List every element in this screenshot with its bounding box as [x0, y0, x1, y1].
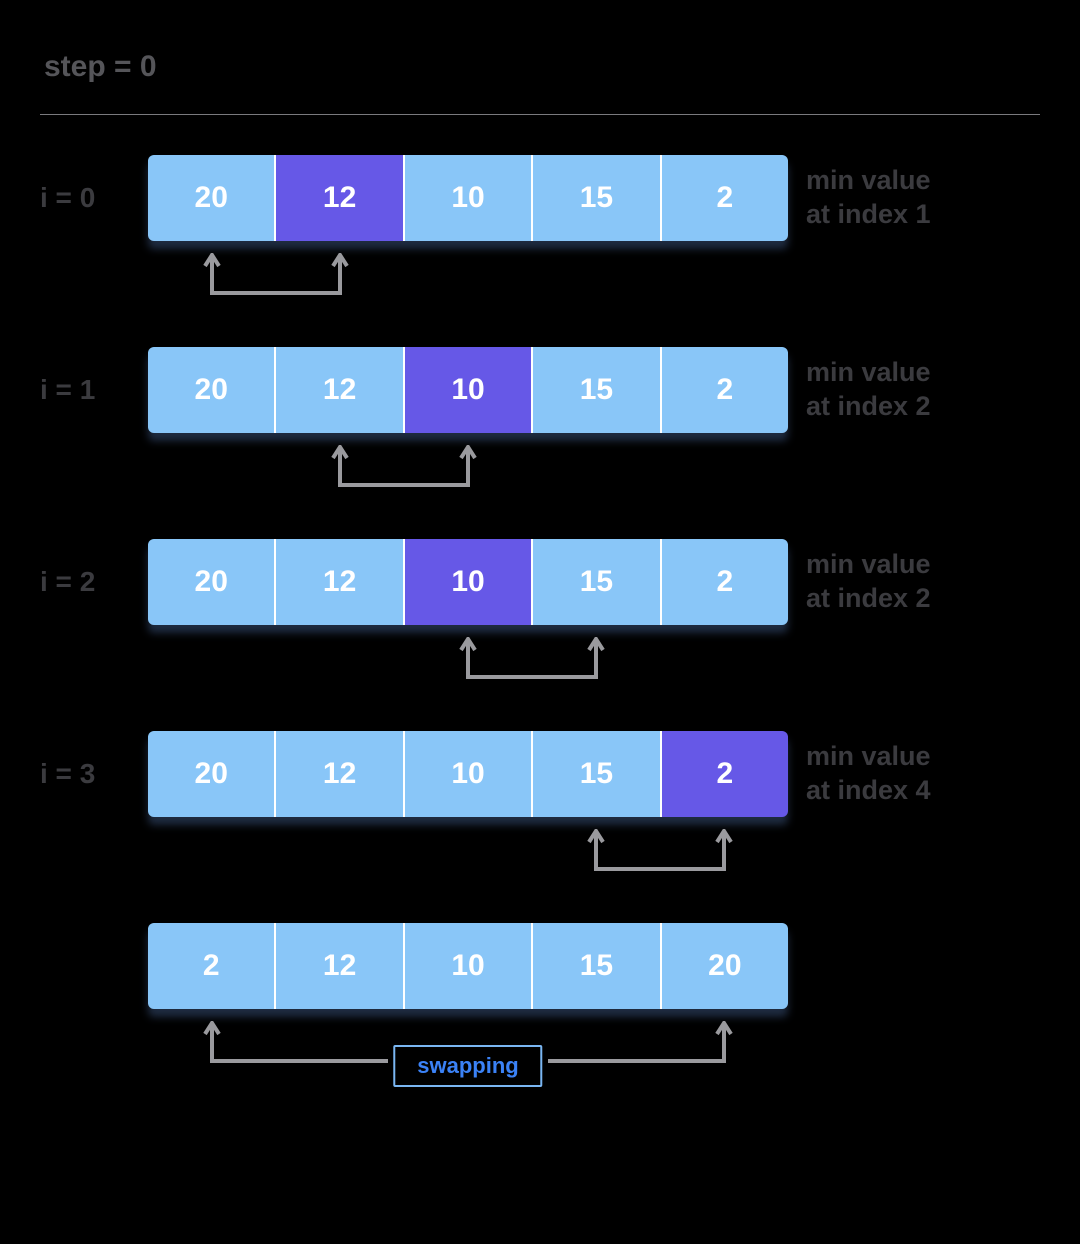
- array-cell-highlighted: 2: [662, 731, 788, 817]
- array-cell: 2: [148, 923, 276, 1009]
- annotation-line1: min value: [806, 740, 931, 774]
- array-cell: 15: [533, 923, 661, 1009]
- array: 20 12 10 15 2: [148, 539, 788, 625]
- array-cell: 12: [276, 347, 404, 433]
- iteration-row: i = 3 20 12 10 15 2 min value at index 4: [40, 731, 1040, 817]
- array-cell: 15: [533, 155, 661, 241]
- array-cell-highlighted: 12: [276, 155, 404, 241]
- annotation-line1: min value: [806, 548, 931, 582]
- array-cell-highlighted: 10: [405, 347, 533, 433]
- array-cell: 2: [662, 539, 788, 625]
- array-cell: 12: [276, 731, 404, 817]
- connector-final: swapping: [148, 1021, 788, 1081]
- annotation-line2: at index 2: [806, 582, 931, 616]
- min-annotation: min value at index 2: [806, 356, 931, 424]
- swapping-label: swapping: [393, 1045, 542, 1087]
- divider: [40, 114, 1040, 115]
- array-cell: 10: [405, 731, 533, 817]
- swap-arrow-icon: [148, 637, 788, 697]
- array-cell: 20: [148, 539, 276, 625]
- array-cell: 15: [533, 347, 661, 433]
- array-cell: 12: [276, 539, 404, 625]
- array-cell: 15: [533, 539, 661, 625]
- iteration-label: i = 0: [40, 182, 130, 214]
- array-cell: 10: [405, 155, 533, 241]
- array-cell: 2: [662, 155, 788, 241]
- array-cell: 2: [662, 347, 788, 433]
- iteration-label: i = 2: [40, 566, 130, 598]
- annotation-line2: at index 1: [806, 198, 931, 232]
- array-cell-highlighted: 10: [405, 539, 533, 625]
- min-annotation: min value at index 2: [806, 548, 931, 616]
- array-cell: 12: [276, 923, 404, 1009]
- annotation-line2: at index 4: [806, 774, 931, 808]
- array-cell: 20: [148, 347, 276, 433]
- iteration-row: i = 0 20 12 10 15 2 min value at index 1: [40, 155, 1040, 241]
- array-cell: 20: [148, 731, 276, 817]
- connector: [148, 445, 788, 505]
- array: 20 12 10 15 2: [148, 731, 788, 817]
- swap-arrow-icon: [148, 253, 788, 313]
- array: 20 12 10 15 2: [148, 155, 788, 241]
- connector: [148, 253, 788, 313]
- connector: [148, 829, 788, 889]
- result-row: 2 12 10 15 20: [40, 923, 1040, 1009]
- array-cell: 15: [533, 731, 661, 817]
- iteration-label: i = 1: [40, 374, 130, 406]
- array: 2 12 10 15 20: [148, 923, 788, 1009]
- iteration-label: i = 3: [40, 758, 130, 790]
- array-cell: 20: [148, 155, 276, 241]
- min-annotation: min value at index 1: [806, 164, 931, 232]
- swap-arrow-icon: [148, 445, 788, 505]
- array-cell: 10: [405, 923, 533, 1009]
- step-label: step = 0: [44, 50, 1040, 84]
- iteration-row: i = 1 20 12 10 15 2 min value at index 2: [40, 347, 1040, 433]
- connector: [148, 637, 788, 697]
- array: 20 12 10 15 2: [148, 347, 788, 433]
- iteration-row: i = 2 20 12 10 15 2 min value at index 2: [40, 539, 1040, 625]
- array-cell: 20: [662, 923, 788, 1009]
- annotation-line2: at index 2: [806, 390, 931, 424]
- min-annotation: min value at index 4: [806, 740, 931, 808]
- annotation-line1: min value: [806, 164, 931, 198]
- swap-arrow-icon: [148, 829, 788, 889]
- annotation-line1: min value: [806, 356, 931, 390]
